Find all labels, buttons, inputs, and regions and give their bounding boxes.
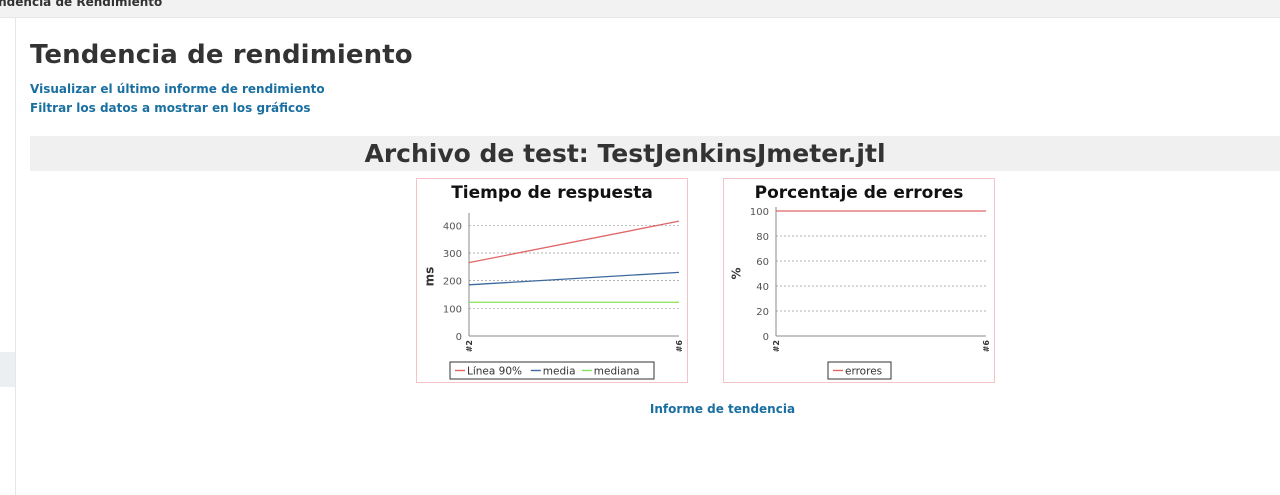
side-panel-selected-item[interactable] bbox=[0, 352, 15, 387]
last-report-link[interactable]: Visualizar el último informe de rendimie… bbox=[30, 82, 325, 96]
response-time-chart-svg: Tiempo de respuesta ms 0 100 200 300 400 #2 #6 Lí… bbox=[423, 183, 684, 380]
legend-label: mediana bbox=[594, 366, 640, 378]
file-heading-band: Archivo de test: TestJenkinsJmeter.jtl bbox=[30, 136, 1280, 171]
y-tick-label: 0 bbox=[763, 332, 769, 343]
x-tick-label: #6 bbox=[675, 340, 684, 353]
trend-report-link[interactable]: Informe de tendencia bbox=[0, 402, 1280, 416]
y-tick-label: 80 bbox=[756, 232, 769, 243]
y-tick-label: 400 bbox=[443, 221, 462, 232]
x-tick-label: #6 bbox=[982, 340, 991, 353]
error-percentage-chart-svg: Porcentaje de errores% 0 20 40 60 80 100 #2 #6 er… bbox=[730, 183, 991, 380]
chart-title: Porcentaje de errores bbox=[755, 183, 964, 203]
y-tick-label: 100 bbox=[750, 207, 769, 218]
y-tick-label: 0 bbox=[456, 332, 462, 343]
breadcrumb-item[interactable]: endencia de Rendimiento bbox=[0, 0, 162, 9]
y-tick-label: 200 bbox=[443, 277, 462, 288]
filter-data-link[interactable]: Filtrar los datos a mostrar en los gráfi… bbox=[30, 101, 311, 115]
y-tick-label: 100 bbox=[443, 304, 462, 315]
y-axis-label: % bbox=[730, 267, 744, 279]
chart-title: Tiempo de respuesta bbox=[451, 183, 653, 203]
file-heading: Archivo de test: TestJenkinsJmeter.jtl bbox=[364, 139, 886, 168]
y-axis-label: ms bbox=[423, 267, 437, 287]
y-tick-label: 300 bbox=[443, 249, 462, 260]
legend-label: Línea 90% bbox=[467, 366, 522, 378]
legend-label: errores bbox=[845, 366, 882, 378]
side-panel-divider bbox=[15, 18, 16, 495]
breadcrumb-bar: endencia de Rendimiento bbox=[0, 0, 1280, 18]
error-percentage-chart: Porcentaje de errores% 0 20 40 60 80 100 #2 #6 er… bbox=[723, 178, 995, 383]
legend-label: media bbox=[543, 366, 576, 378]
series-line bbox=[468, 271, 680, 286]
y-tick-label: 40 bbox=[756, 282, 769, 293]
y-tick-label: 60 bbox=[756, 257, 769, 268]
x-tick-label: #2 bbox=[465, 340, 474, 352]
y-tick-label: 20 bbox=[756, 307, 769, 318]
page-title: Tendencia de rendimiento bbox=[30, 40, 413, 70]
series-line bbox=[468, 220, 680, 264]
response-time-chart: Tiempo de respuesta ms 0 100 200 300 400 #2 #6 Lí… bbox=[416, 178, 688, 383]
x-tick-label: #2 bbox=[772, 340, 781, 352]
